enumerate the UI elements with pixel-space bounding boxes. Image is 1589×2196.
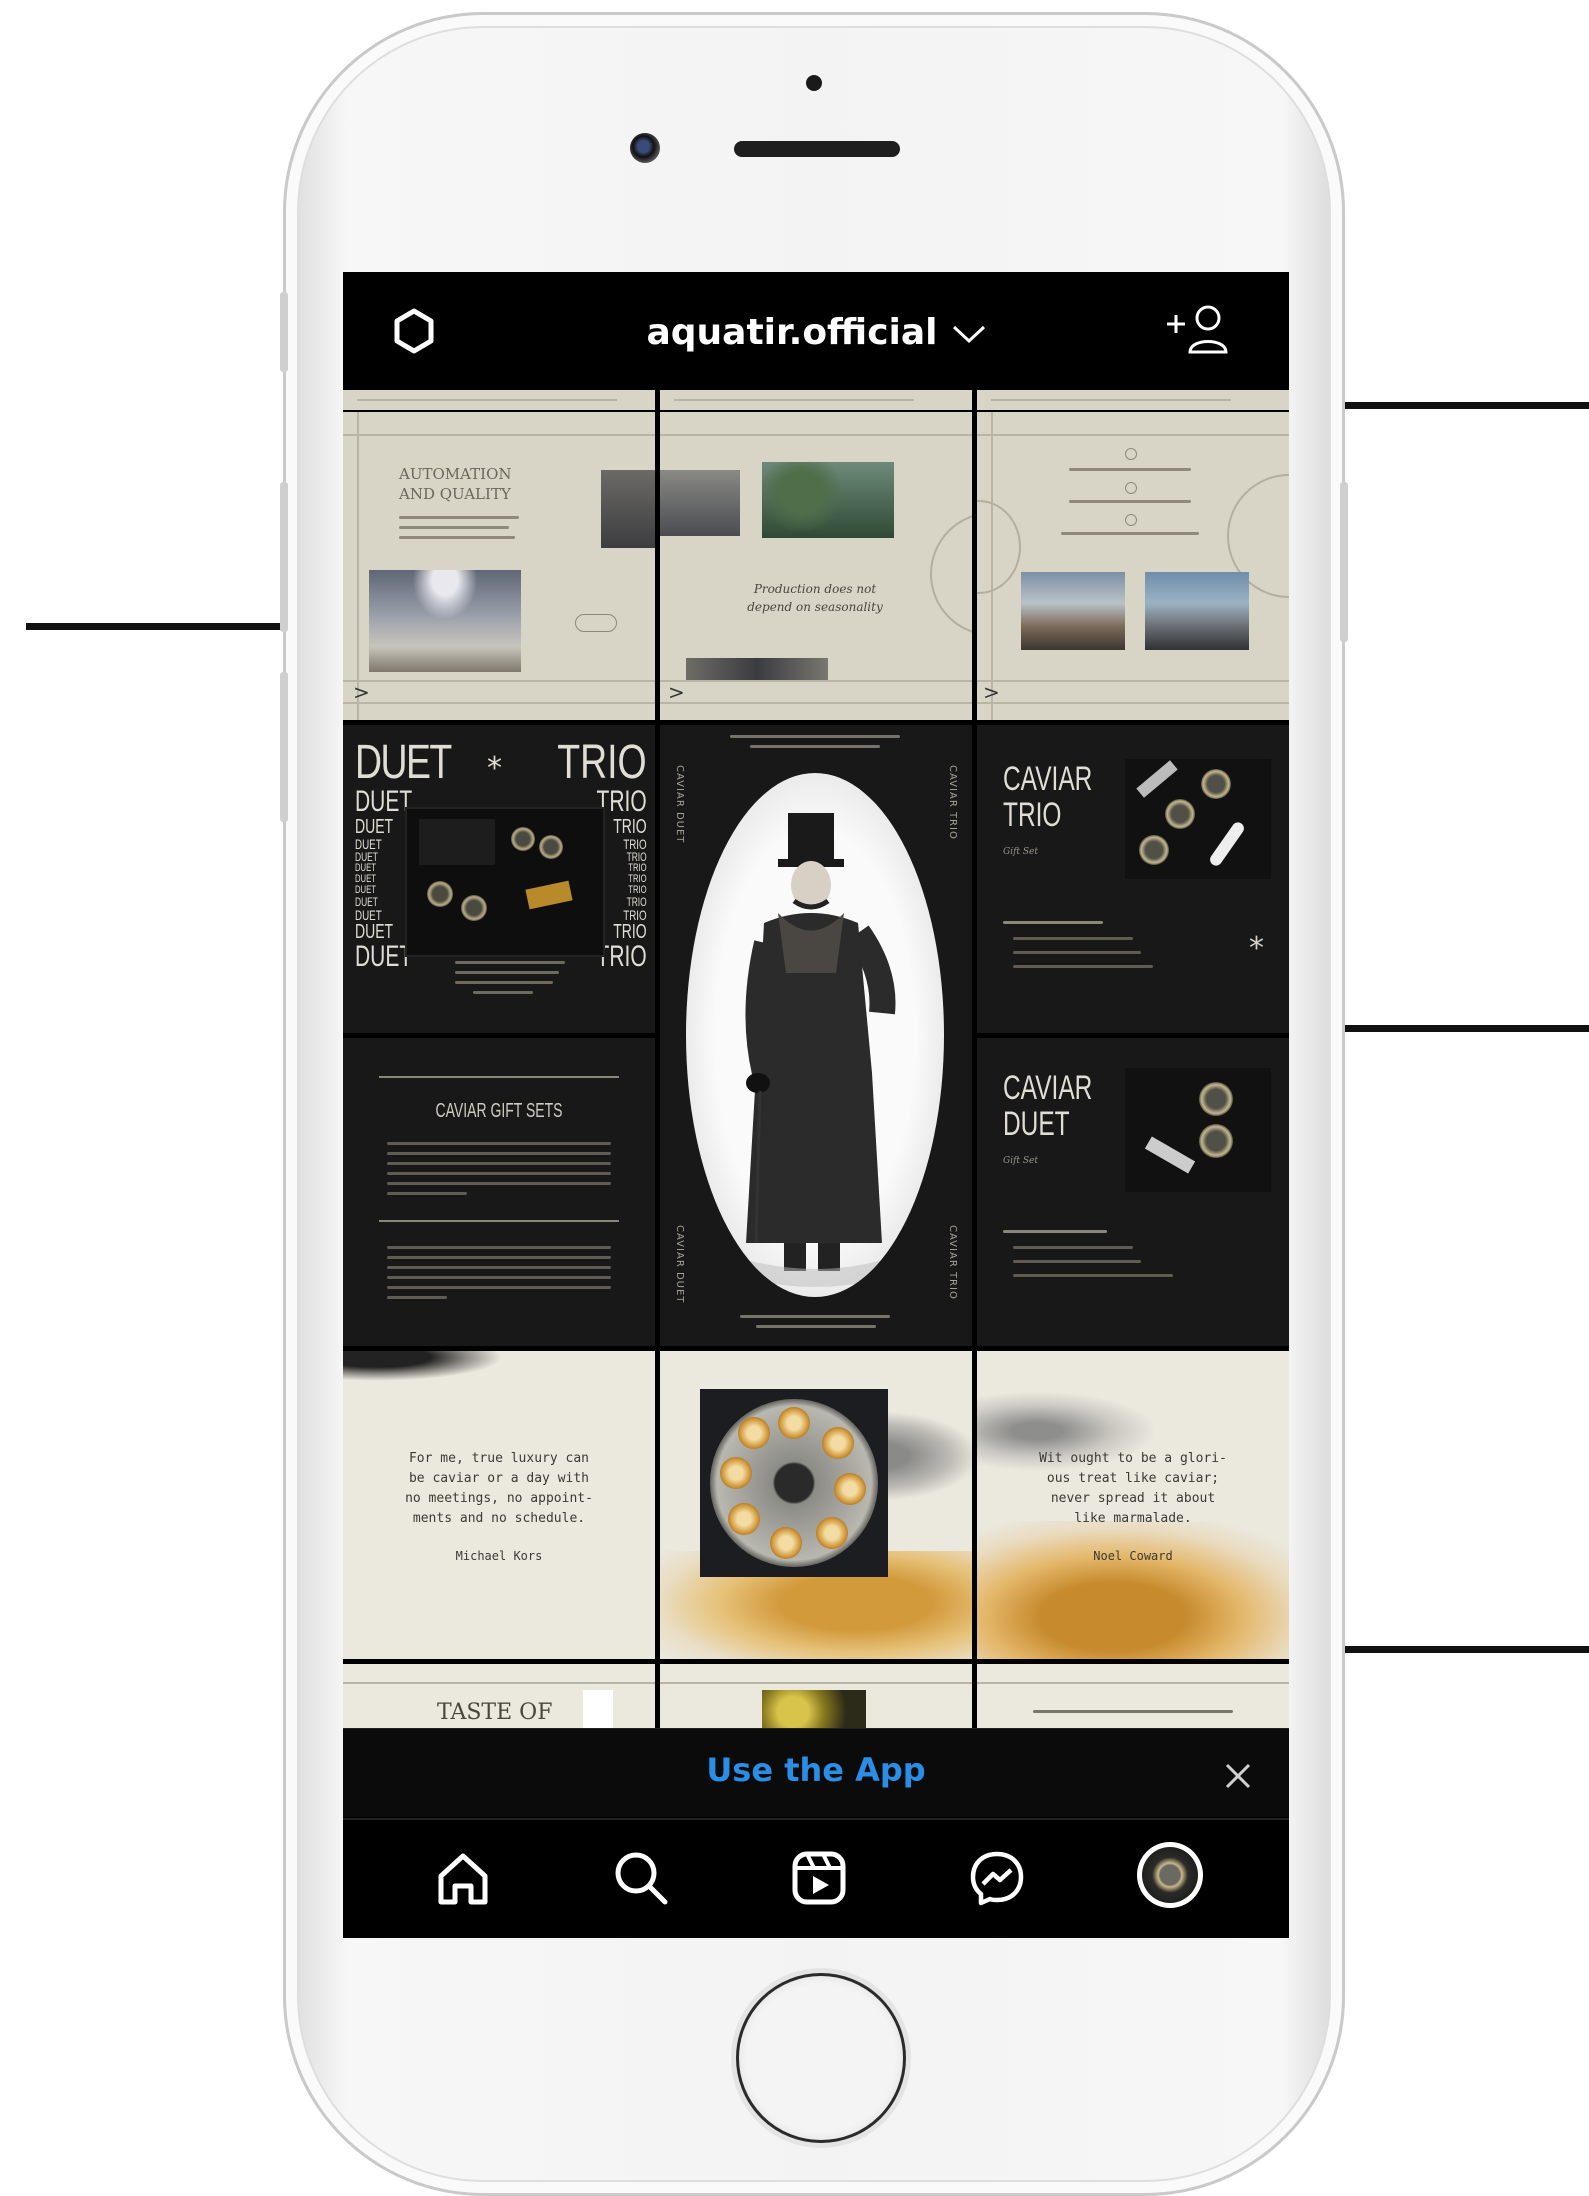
avatar-image <box>1142 1847 1198 1903</box>
home-icon[interactable] <box>431 1846 495 1910</box>
search-icon[interactable] <box>609 1846 673 1910</box>
post-tile[interactable] <box>660 390 972 410</box>
bottom-nav <box>343 1818 1289 1938</box>
side-label-left-bottom: CAVIAR DUET <box>674 1225 685 1304</box>
use-app-banner: Use the App <box>343 1728 1289 1817</box>
post-facility-overview[interactable]: > <box>977 412 1289 720</box>
earpiece-speaker <box>734 141 900 157</box>
post-production-seasonality[interactable]: Production does not depend on seasonality… <box>660 412 972 720</box>
profile-header: aquatir.official <box>343 272 1289 390</box>
post-taste-of[interactable]: TASTE OF <box>343 1664 655 1734</box>
side-label-left: CAVIAR DUET <box>674 765 685 844</box>
quote-text: For me, true luxury can be caviar or a d… <box>405 1451 593 1526</box>
quote-author: Noel Coward <box>1093 1549 1173 1563</box>
chevron-down-icon <box>952 325 985 344</box>
caviar-duet-photo <box>1125 1068 1271 1192</box>
gift-set-label: Gift Set <box>1003 847 1038 857</box>
username-switcher[interactable]: aquatir.official <box>343 312 1289 353</box>
phone-screen: aquatir.official AUTOMATIONAND QUALITY <box>343 272 1289 1938</box>
gentleman-figure <box>723 813 907 1287</box>
side-label-right-bottom: CAVIAR TRIO <box>947 1225 958 1300</box>
post-tile[interactable] <box>660 1664 972 1734</box>
volume-up-button <box>280 482 288 632</box>
post-duet-trio[interactable]: DUET DUET DUET DUET DUET DUET DUET DUET … <box>343 725 655 1033</box>
factory-photo <box>601 470 655 548</box>
gift-box-photo <box>407 809 603 955</box>
factory-hall-photo <box>369 570 521 672</box>
post-tile[interactable] <box>977 1664 1289 1734</box>
post-quote-michael-kors[interactable]: For me, true luxury can be caviar or a d… <box>343 1351 655 1659</box>
post-tile[interactable] <box>977 390 1289 410</box>
post-heading: CAVIAR TRIO <box>1003 760 1093 834</box>
add-person-icon[interactable] <box>1163 302 1233 358</box>
username: aquatir.official <box>646 312 938 353</box>
use-app-link[interactable]: Use the App <box>343 1751 1289 1789</box>
close-icon[interactable] <box>1225 1763 1251 1789</box>
front-camera <box>630 133 660 163</box>
post-gentleman-illustration[interactable]: CAVIAR DUET CAVIAR TRIO CAVIAR DUET CAVI… <box>660 725 972 1346</box>
forest-aerial-photo <box>762 462 894 538</box>
post-caviar-gift-sets[interactable]: CAVIAR GIFT SETS <box>343 1038 655 1346</box>
power-button <box>1340 482 1348 642</box>
gentleman-oval <box>686 773 944 1297</box>
building-photo <box>1021 572 1125 650</box>
proximity-sensor <box>806 75 822 91</box>
post-caviar-tartlets[interactable] <box>660 1351 972 1659</box>
waterfront-photo <box>1145 572 1249 650</box>
quote-author: Michael Kors <box>455 1549 543 1563</box>
tartlets-photo <box>700 1389 888 1577</box>
caviar-trio-photo <box>1125 759 1271 879</box>
side-label-right: CAVIAR TRIO <box>947 765 958 840</box>
quote-text: Wit ought to be a glori- ous treat like … <box>1039 1451 1227 1526</box>
star-glyph: * <box>1249 931 1264 966</box>
post-heading: CAVIAR GIFT SETS <box>435 1100 563 1122</box>
reels-icon[interactable] <box>787 1846 851 1910</box>
post-tile[interactable] <box>343 390 655 410</box>
post-caviar-duet[interactable]: CAVIAR DUET Gift Set <box>977 1038 1289 1346</box>
post-caviar-trio[interactable]: CAVIAR TRIO Gift Set * <box>977 725 1289 1033</box>
post-heading: CAVIAR DUET <box>1003 1069 1093 1143</box>
home-button[interactable] <box>736 1973 906 2143</box>
profile-avatar[interactable] <box>1137 1842 1203 1908</box>
post-quote: Production does not depend on seasonality <box>747 582 883 614</box>
messenger-icon[interactable] <box>965 1846 1029 1910</box>
gift-set-label: Gift Set <box>1003 1156 1038 1166</box>
post-heading: AUTOMATION AND QUALITY <box>399 465 512 503</box>
volume-down-button <box>280 672 288 822</box>
star-glyph: * <box>487 751 502 786</box>
post-heading: TASTE OF <box>437 1700 553 1725</box>
post-quote-noel-coward[interactable]: Wit ought to be a glori- ous treat like … <box>977 1351 1289 1659</box>
mute-switch <box>280 292 288 372</box>
factory-interior-photo <box>660 470 740 536</box>
post-automation-quality[interactable]: AUTOMATION AND QUALITY > <box>343 412 655 720</box>
production-line-photo <box>686 658 828 680</box>
